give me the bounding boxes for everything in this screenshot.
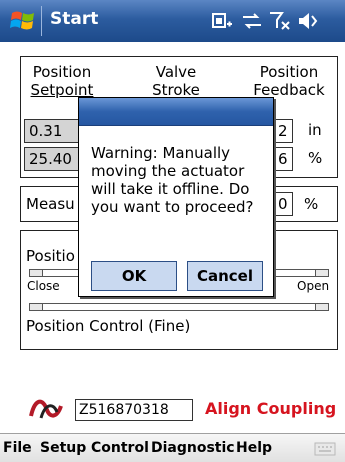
title-separator [41, 6, 42, 36]
warning-dialog: Warning: Manually moving the actuator wi… [78, 97, 274, 297]
setpoint-header-line1: Position [32, 63, 92, 81]
no-signal-icon[interactable] [268, 10, 292, 32]
setpoint-percent-field[interactable]: 25.40 [24, 147, 80, 171]
windows-start-icon[interactable] [10, 8, 36, 34]
menu-diagnostic[interactable]: Diagnostic [151, 440, 235, 456]
measured-label: Measu [26, 195, 75, 213]
open-label: Open [297, 279, 330, 293]
coarse-slider-right-arrow[interactable] [315, 269, 329, 277]
dialog-message: Warning: Manually moving the actuator wi… [91, 144, 254, 216]
align-coupling-link[interactable]: Align Coupling [205, 399, 336, 418]
volume-icon[interactable] [296, 10, 320, 32]
menu-bar: File Setup Control Diagnostic Help [0, 433, 345, 462]
fine-control-label: Position Control (Fine) [26, 317, 191, 335]
stroke-header: Valve Stroke [141, 63, 211, 99]
device-id-field: Z516870318 [75, 399, 193, 421]
start-label[interactable]: Start [50, 9, 98, 29]
measured-field: 0 [273, 192, 293, 216]
setpoint-header: Position Setpoint [27, 63, 97, 99]
position-control-label: Positio [26, 247, 75, 265]
cancel-button[interactable]: Cancel [187, 261, 263, 291]
feedback-header: Position Feedback [249, 63, 329, 99]
menu-file[interactable]: File [3, 440, 32, 456]
coarse-slider-left-arrow[interactable] [29, 269, 43, 277]
feedback-inches-field: 2 [273, 119, 293, 143]
keyboard-icon[interactable] [314, 441, 336, 457]
menu-setup[interactable]: Setup [40, 440, 86, 456]
ok-button[interactable]: OK [91, 261, 177, 291]
unit-percent: % [308, 149, 323, 167]
company-logo-icon [29, 399, 63, 419]
measured-unit: % [304, 195, 319, 213]
setpoint-inches-field[interactable]: 0.31 [24, 119, 80, 143]
battery-icon[interactable] [210, 10, 234, 32]
menu-help[interactable]: Help [236, 440, 272, 456]
unit-inches: in [308, 121, 322, 139]
close-label: Close [27, 279, 60, 293]
fine-slider-right-arrow[interactable] [315, 303, 329, 311]
stroke-header-line1: Valve [155, 63, 197, 81]
dialog-title-bar [79, 98, 273, 126]
feedback-percent-field: 6 [273, 147, 293, 171]
fine-slider-left-arrow[interactable] [29, 303, 43, 311]
title-bar: Start [0, 0, 345, 42]
menu-control[interactable]: Control [91, 440, 149, 456]
fine-slider[interactable] [29, 303, 329, 311]
feedback-header-line1: Position [259, 63, 319, 81]
connectivity-icon[interactable] [240, 10, 264, 32]
